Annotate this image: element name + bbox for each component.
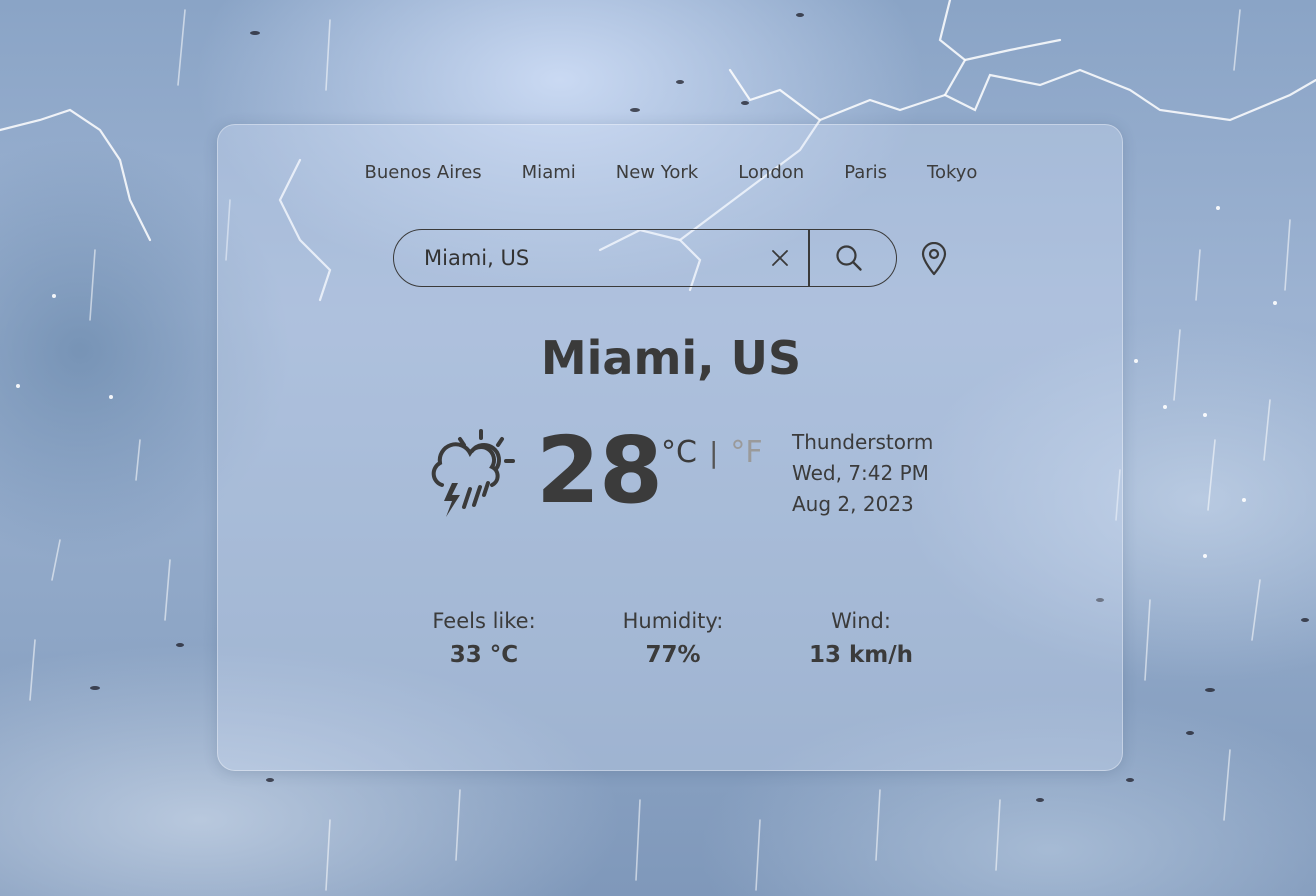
- city-shortcuts: Buenos Aires Miami New York London Paris…: [218, 162, 1124, 183]
- city-title: Miami, US: [540, 331, 802, 385]
- map-pin-icon[interactable]: [919, 241, 949, 276]
- search-bar: [393, 229, 897, 287]
- city-link-miami[interactable]: Miami: [502, 162, 596, 183]
- feels-like-stat: Feels like: 33 °C: [404, 607, 564, 675]
- humidity-label: Humidity:: [622, 609, 724, 633]
- feels-like-value: 33 °C: [449, 642, 519, 668]
- wind-stat: Wind: 13 km/h: [781, 607, 941, 675]
- search-icon[interactable]: [834, 243, 864, 273]
- city-link-paris[interactable]: Paris: [824, 162, 907, 183]
- feels-like-label: Feels like:: [432, 609, 536, 633]
- thunderstorm-sun-icon: [426, 427, 516, 519]
- unit-toggle: °C | °F: [661, 435, 763, 470]
- search-input[interactable]: [424, 246, 754, 270]
- fahrenheit-toggle[interactable]: °F: [730, 435, 762, 470]
- condition-text: Thunderstorm: [792, 430, 934, 454]
- city-link-new-york[interactable]: New York: [596, 162, 718, 183]
- date-text: Aug 2, 2023: [792, 492, 914, 516]
- unit-separator: |: [708, 436, 719, 469]
- celsius-toggle[interactable]: °C: [661, 435, 697, 470]
- city-link-buenos-aires[interactable]: Buenos Aires: [345, 162, 502, 183]
- search-divider: [808, 229, 810, 287]
- wind-label: Wind:: [831, 609, 891, 633]
- humidity-value: 77%: [645, 642, 701, 668]
- city-link-tokyo[interactable]: Tokyo: [907, 162, 997, 183]
- city-link-london[interactable]: London: [718, 162, 824, 183]
- humidity-stat: Humidity: 77%: [593, 607, 753, 675]
- weather-details: Thunderstorm Wed, 7:42 PM Aug 2, 2023: [792, 427, 933, 520]
- close-icon[interactable]: [768, 246, 792, 270]
- temperature-value: 28: [536, 417, 663, 524]
- day-time-text: Wed, 7:42 PM: [792, 461, 929, 485]
- weather-card: Buenos Aires Miami New York London Paris…: [217, 124, 1123, 771]
- wind-value: 13 km/h: [808, 642, 914, 668]
